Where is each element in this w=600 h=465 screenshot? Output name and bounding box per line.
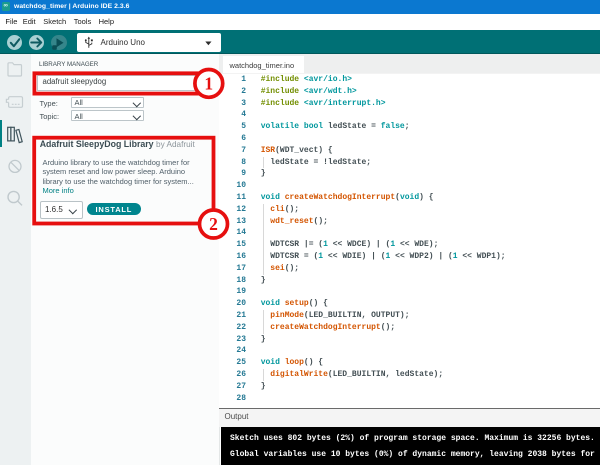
svg-text:1: 1 bbox=[204, 74, 213, 94]
svg-text:2: 2 bbox=[209, 214, 218, 234]
